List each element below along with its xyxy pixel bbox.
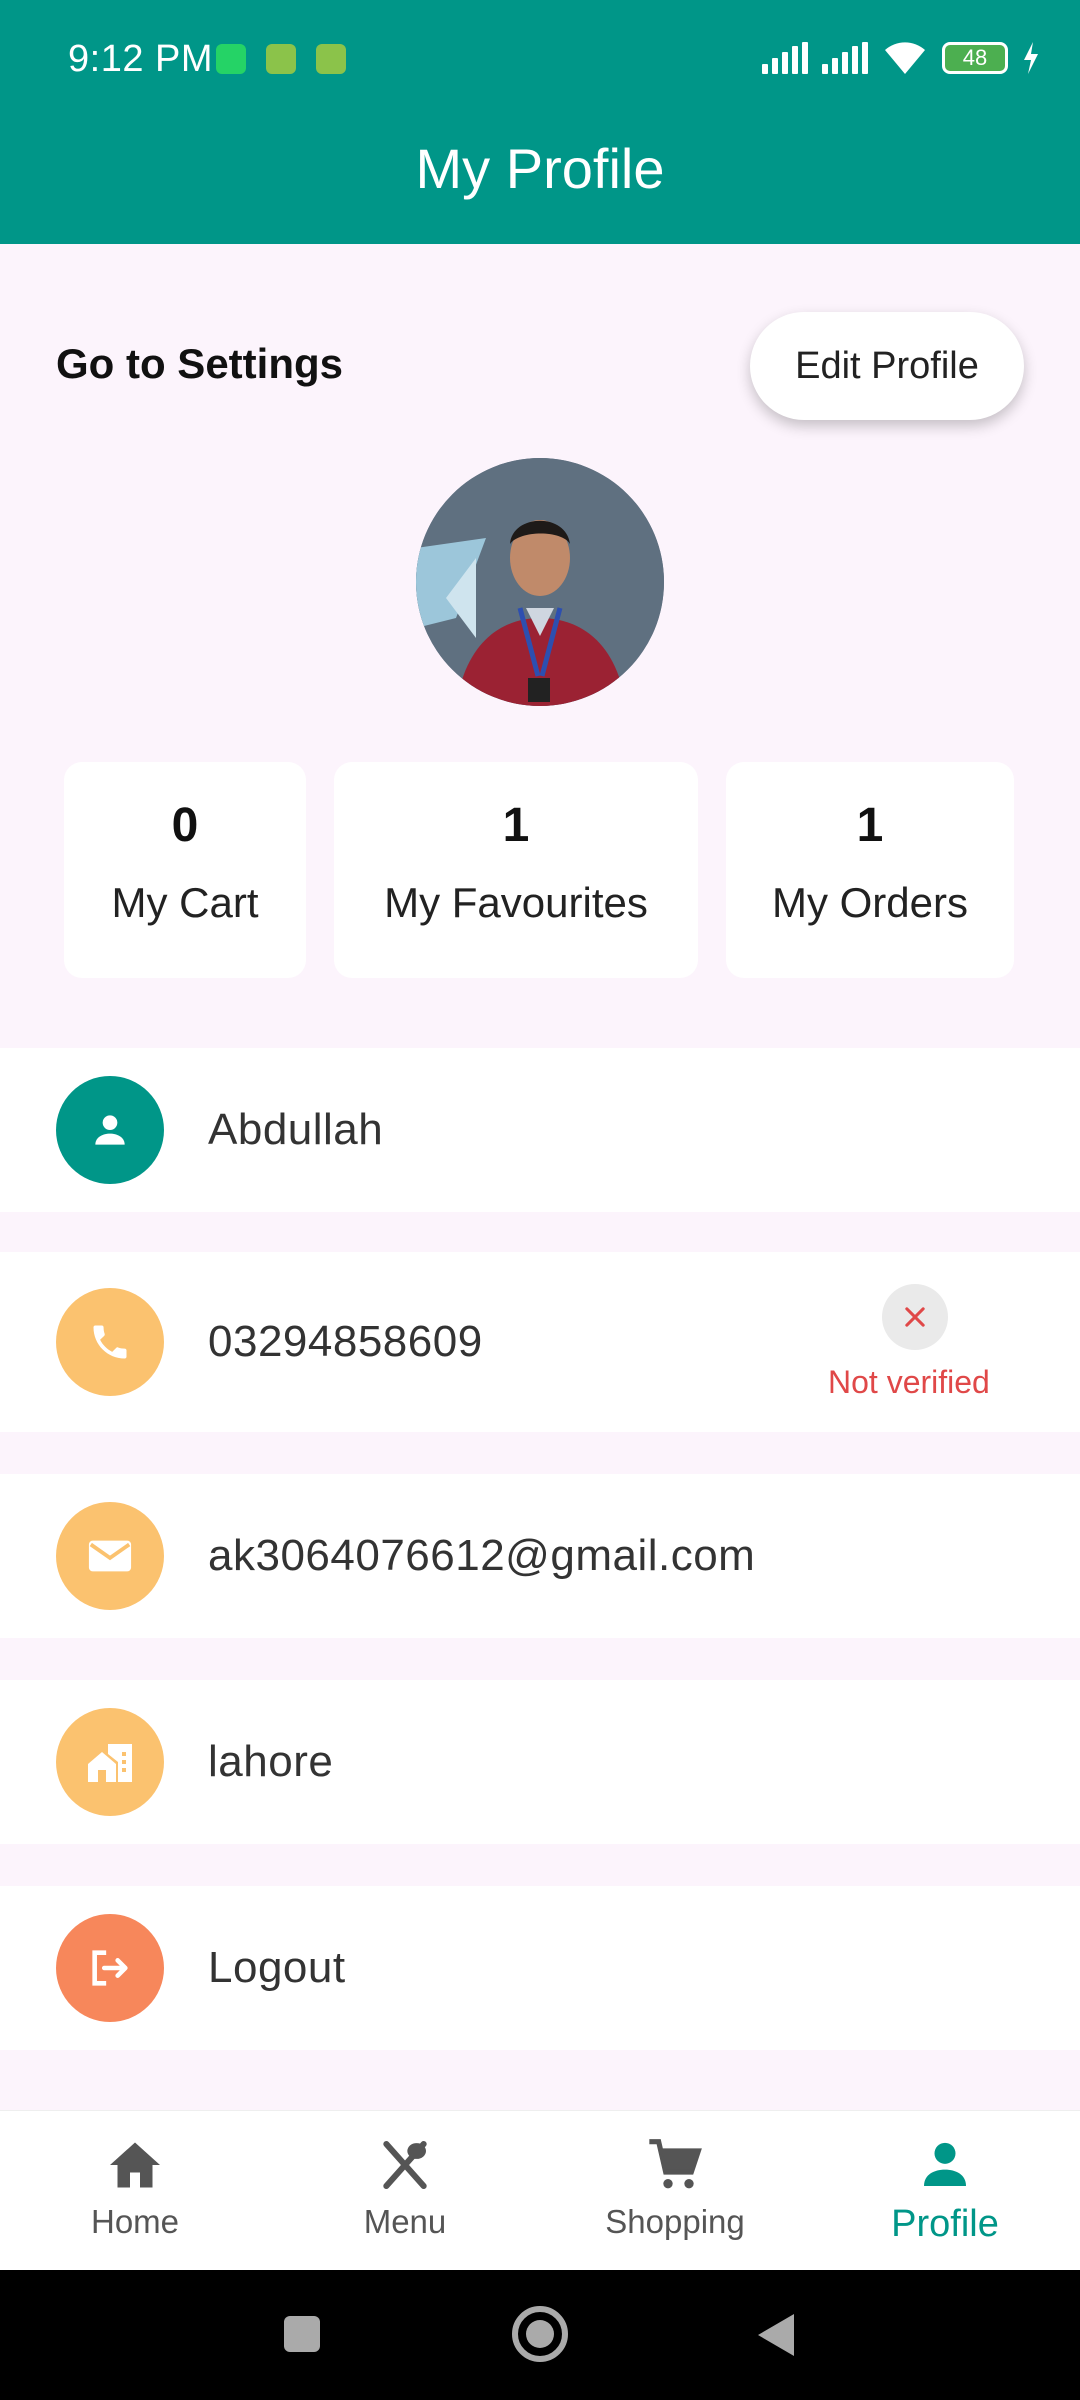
home-icon xyxy=(110,2142,160,2188)
signal-icon xyxy=(822,42,868,74)
phone-verification-status: Not verified xyxy=(828,1364,990,1400)
status-bar: 9:12 PM 48 xyxy=(0,0,1080,120)
back-icon[interactable] xyxy=(756,2312,796,2358)
person-icon xyxy=(924,2142,966,2186)
phone-icon xyxy=(56,1288,164,1396)
avatar[interactable] xyxy=(416,458,664,706)
list-item-name[interactable]: Abdullah xyxy=(0,1048,1080,1212)
battery-level: 48 xyxy=(962,45,988,70)
signal-icon xyxy=(762,42,808,74)
person-icon xyxy=(56,1076,164,1184)
logout-label: Logout xyxy=(208,1943,346,1992)
cart-count: 0 xyxy=(171,799,199,852)
logout-button[interactable]: Logout xyxy=(0,1886,1080,2050)
list-item-city[interactable]: lahore xyxy=(0,1680,1080,1844)
whatsapp-notification-icon xyxy=(216,44,246,74)
user-email: ak3064076612@gmail.com xyxy=(208,1531,756,1580)
nav-label-profile: Profile xyxy=(891,2203,999,2245)
nav-item-home[interactable]: Home xyxy=(0,2111,270,2270)
app-header: 9:12 PM 48 My Profile xyxy=(0,0,1080,244)
go-to-settings-link[interactable]: Go to Settings xyxy=(56,340,343,388)
stat-card-cart[interactable]: 0 My Cart xyxy=(64,762,306,978)
nav-label-home: Home xyxy=(90,2203,180,2240)
cart-icon xyxy=(649,2139,702,2189)
cart-label: My Cart xyxy=(111,879,259,926)
cutlery-icon xyxy=(383,2140,427,2190)
nav-label-menu: Menu xyxy=(363,2203,447,2240)
android-notification-icon xyxy=(316,44,346,74)
page-title: My Profile xyxy=(415,137,665,200)
nav-label-shopping: Shopping xyxy=(605,2203,745,2240)
stat-card-orders[interactable]: 1 My Orders xyxy=(726,762,1014,978)
home-work-icon xyxy=(56,1708,164,1816)
user-name: Abdullah xyxy=(208,1105,384,1154)
user-city: lahore xyxy=(208,1737,334,1786)
nav-item-menu[interactable]: Menu xyxy=(270,2111,540,2270)
orders-label: My Orders xyxy=(771,879,968,926)
android-notification-icon xyxy=(266,44,296,74)
orders-count: 1 xyxy=(856,799,884,852)
email-icon xyxy=(56,1502,164,1610)
recents-icon[interactable] xyxy=(282,2314,322,2354)
system-navigation-bar xyxy=(0,2270,1080,2400)
nav-item-shopping[interactable]: Shopping xyxy=(540,2111,810,2270)
stat-card-favourites[interactable]: 1 My Favourites xyxy=(334,762,698,978)
battery-icon: 48 xyxy=(942,42,1008,74)
list-item-email[interactable]: ak3064076612@gmail.com xyxy=(0,1474,1080,1638)
home-circle-icon[interactable] xyxy=(510,2304,570,2364)
status-time: 9:12 PM xyxy=(68,38,214,80)
not-verified-close-icon[interactable] xyxy=(882,1284,948,1350)
favourites-label: My Favourites xyxy=(384,879,648,926)
bottom-navigation: Home Menu Shopping Profile xyxy=(0,2110,1080,2270)
wifi-icon xyxy=(885,42,925,74)
favourites-count: 1 xyxy=(502,799,530,852)
logout-icon xyxy=(56,1914,164,2022)
edit-profile-button[interactable]: Edit Profile xyxy=(750,312,1024,420)
user-phone: 03294858609 xyxy=(208,1317,483,1366)
nav-item-profile[interactable]: Profile xyxy=(810,2111,1080,2270)
charging-icon xyxy=(1024,42,1038,74)
